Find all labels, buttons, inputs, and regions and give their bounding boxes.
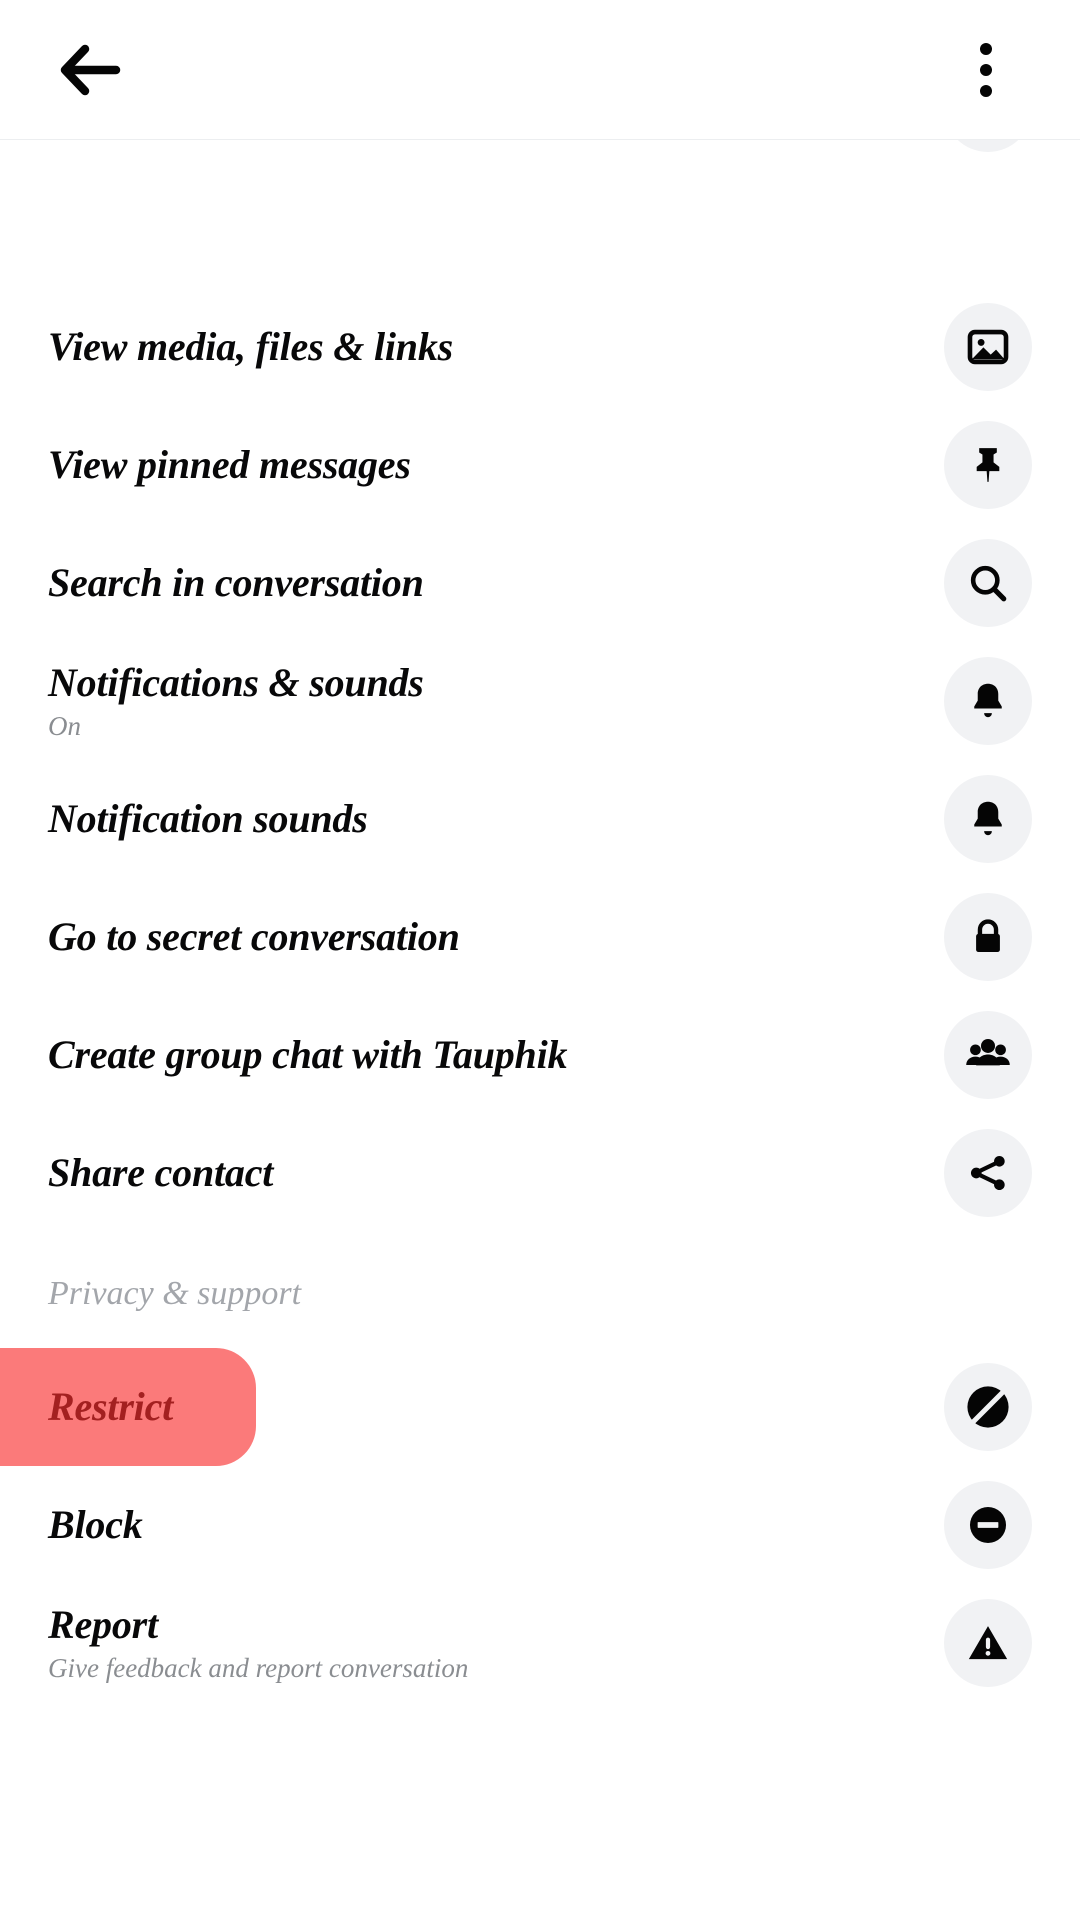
menu-item-text: Report Give feedback and report conversa… (48, 1601, 469, 1683)
menu-item-text: View media, files & links (48, 323, 454, 370)
menu-item-text: Go to secret conversation (48, 913, 460, 960)
menu-item-title: Search in conversation (48, 559, 424, 605)
menu-item-text: Search in conversation (48, 559, 424, 606)
back-arrow-icon (59, 43, 121, 97)
overflow-menu-icon (980, 42, 992, 97)
warning-triangle-icon[interactable] (944, 1599, 1032, 1687)
search-icon[interactable] (944, 539, 1032, 627)
menu-item-title: Restrict (48, 1383, 174, 1429)
menu-item-secret-conversation[interactable]: Go to secret conversation (0, 878, 1080, 996)
menu-item-text: Block (48, 1501, 143, 1548)
menu-item-text: Notification sounds (48, 795, 368, 842)
menu-item-title: Block (48, 1501, 143, 1547)
block-minus-icon[interactable] (944, 1481, 1032, 1569)
menu-item-share-contact[interactable]: Share contact (0, 1114, 1080, 1232)
menu-item-notification-sounds[interactable]: Notification sounds (0, 760, 1080, 878)
share-icon[interactable] (944, 1129, 1032, 1217)
menu-item-text: Share contact (48, 1149, 274, 1196)
menu-item-title: View pinned messages (48, 441, 411, 487)
menu-item-title: Notification sounds (48, 795, 368, 841)
menu-item-notifications-sounds[interactable]: Notifications & sounds On (0, 642, 1080, 760)
lock-icon[interactable] (944, 893, 1032, 981)
menu-item-search-conversation[interactable]: Search in conversation (0, 524, 1080, 642)
menu-item-title: Go to secret conversation (48, 913, 460, 959)
partial-row-icon-above (944, 140, 1032, 152)
menu-item-text: Restrict (48, 1383, 174, 1430)
menu-item-title: Report (48, 1601, 158, 1647)
section-header-privacy-support: Privacy & support (48, 1275, 302, 1312)
group-people-icon[interactable] (944, 1011, 1032, 1099)
restrict-slash-icon[interactable] (944, 1363, 1032, 1451)
menu-item-view-pinned[interactable]: View pinned messages (0, 406, 1080, 524)
image-icon[interactable] (944, 303, 1032, 391)
menu-item-report[interactable]: Report Give feedback and report conversa… (0, 1584, 1080, 1702)
menu-item-text: Create group chat with Tauphik (48, 1031, 568, 1078)
menu-item-title: Notifications & sounds (48, 659, 424, 705)
menu-item-text: View pinned messages (48, 441, 411, 488)
menu-item-view-media[interactable]: View media, files & links (0, 288, 1080, 406)
menu-item-create-group-chat[interactable]: Create group chat with Tauphik (0, 996, 1080, 1114)
menu-item-text: Notifications & sounds On (48, 659, 424, 741)
back-button[interactable] (44, 24, 136, 116)
menu-item-block[interactable]: Block (0, 1466, 1080, 1584)
menu-item-subtitle: Give feedback and report conversation (48, 1652, 469, 1683)
menu-item-subtitle: On (48, 710, 81, 741)
bell-icon[interactable] (944, 775, 1032, 863)
menu-item-title: Share contact (48, 1149, 274, 1195)
menu-item-title: Create group chat with Tauphik (48, 1031, 568, 1077)
menu-item-restrict[interactable]: Restrict (0, 1348, 1080, 1466)
pin-icon[interactable] (944, 421, 1032, 509)
settings-list: View media, files & links View pinned me… (0, 140, 1080, 1920)
overflow-menu-button[interactable] (940, 24, 1032, 116)
app-header (0, 0, 1080, 140)
bell-icon[interactable] (944, 657, 1032, 745)
menu-item-title: View media, files & links (48, 323, 454, 369)
